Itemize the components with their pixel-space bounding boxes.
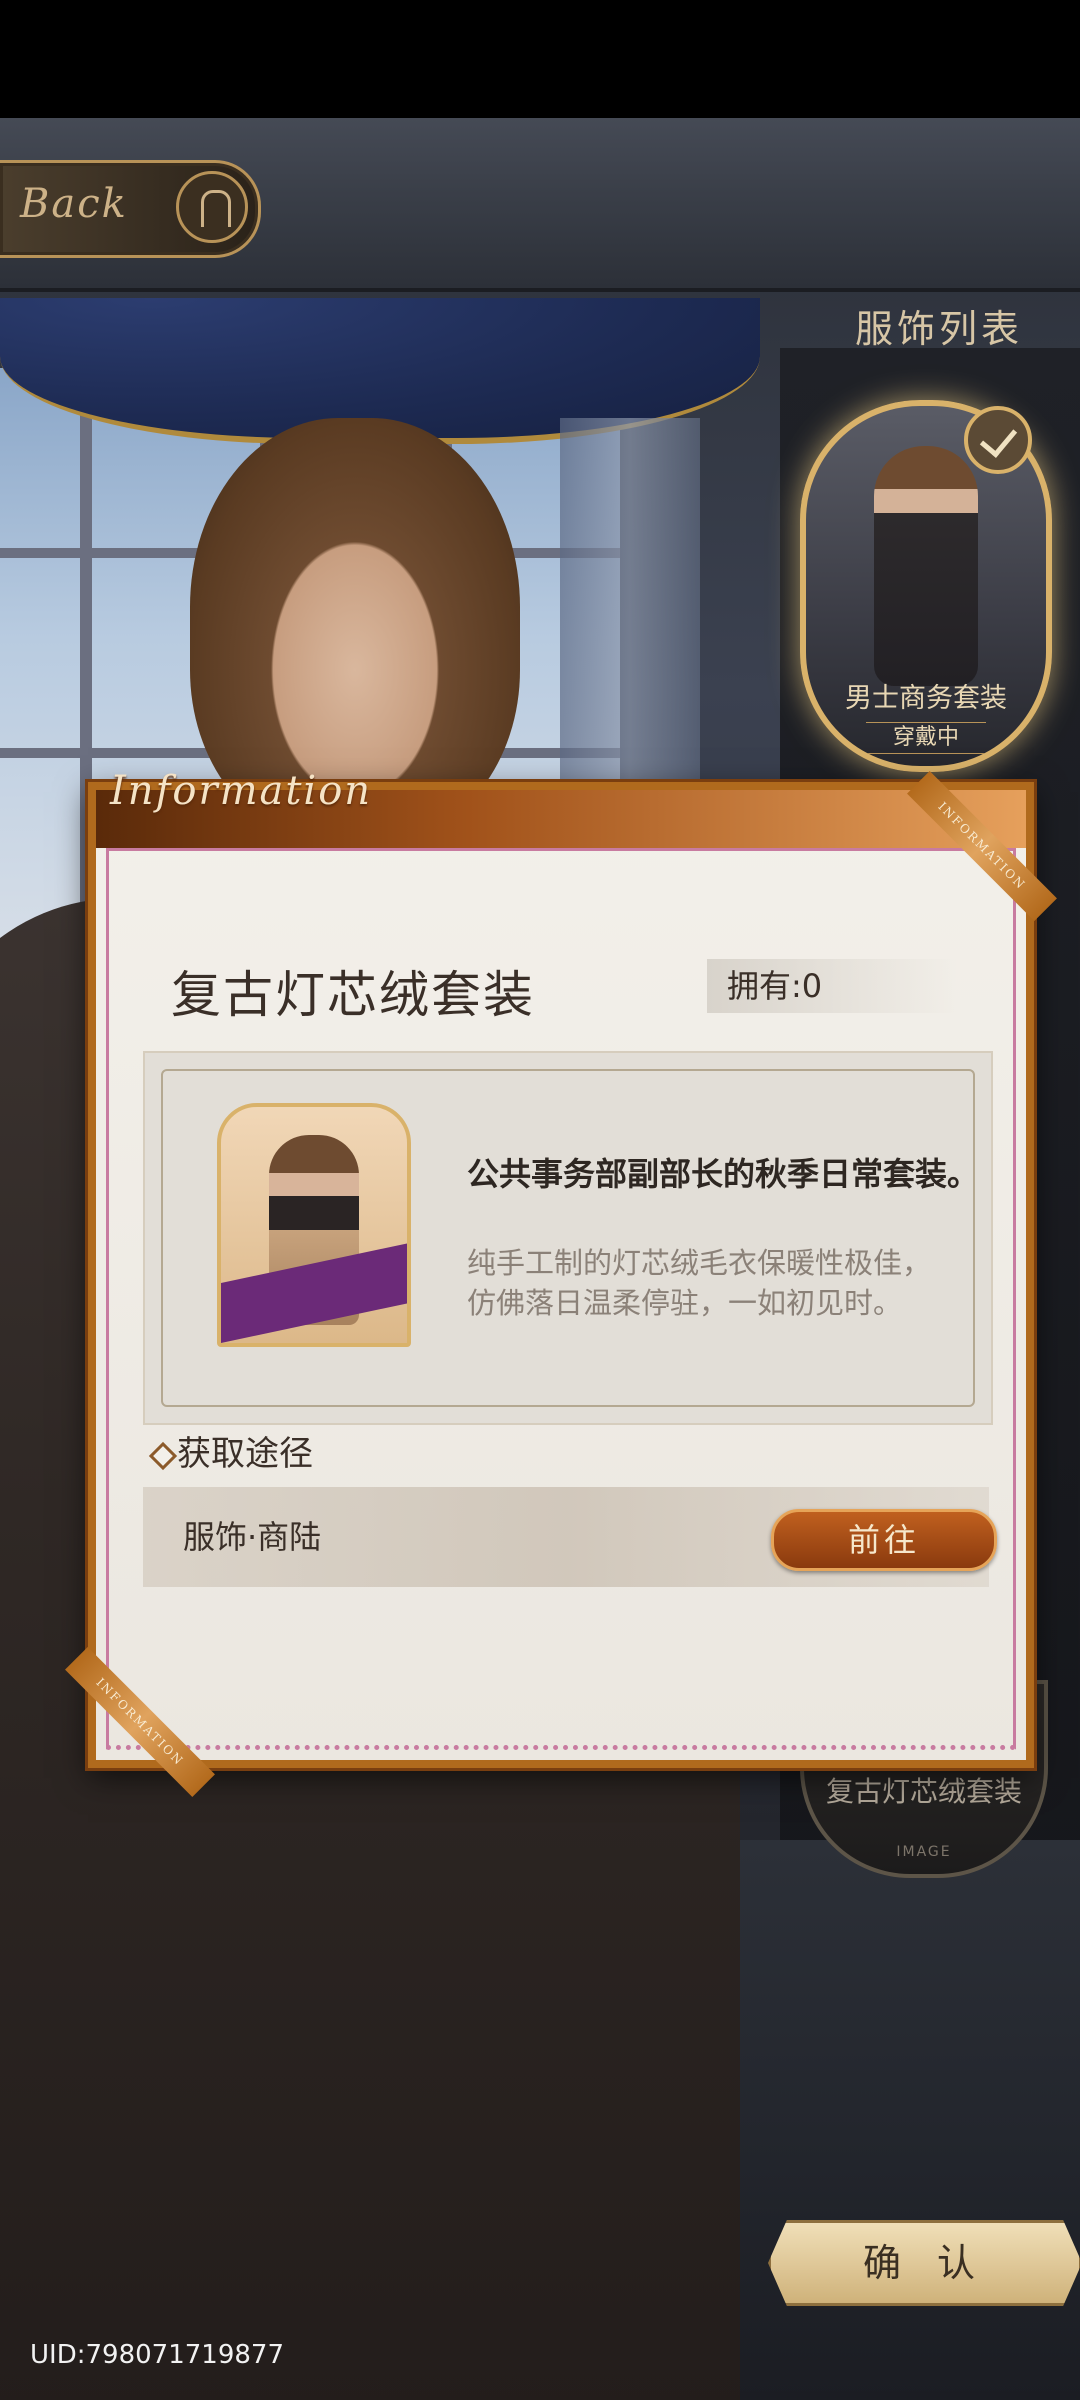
panel-header: Information	[96, 768, 1026, 848]
confirm-button[interactable]: 确 认	[768, 2220, 1080, 2306]
description-box: 公共事务部副部长的秋季日常套装。 纯手工制的灯芯绒毛衣保暖性极佳，仿佛落日温柔停…	[143, 1051, 993, 1425]
back-label: Back	[20, 181, 128, 227]
outfit-tag: IMAGE	[896, 1844, 952, 1860]
item-thumbnail	[217, 1103, 411, 1347]
description-body: 纯手工制的灯芯绒毛衣保暖性极佳，仿佛落日温柔停驻，一如初见时。	[467, 1246, 932, 1320]
outfit-name: 复古灯芯绒套装	[825, 1775, 1022, 1808]
info-panel: Information 复古灯芯绒套装 拥有:0 公共事务部副部长的秋季日常套装…	[65, 768, 1057, 1797]
panel-header-title: Information	[110, 768, 373, 814]
goto-button[interactable]: 前往	[771, 1509, 997, 1571]
panel-inner-frame: 复古灯芯绒套装 拥有:0 公共事务部副部长的秋季日常套装。 纯手工制的灯芯绒毛衣…	[106, 848, 1016, 1750]
uid-label: UID:798071719877	[30, 2340, 284, 2370]
owned-count: 拥有:0	[707, 959, 957, 1013]
wearing-badge: 穿戴中	[866, 722, 986, 754]
item-title: 复古灯芯绒套装	[171, 966, 535, 1024]
acquire-heading: 获取途径	[149, 1429, 313, 1479]
acquire-source: 服饰·商陆	[183, 1518, 322, 1556]
outfit-name: 男士商务套装	[845, 683, 1007, 714]
back-button[interactable]: Back	[0, 160, 261, 258]
description-headline: 公共事务部副部长的秋季日常套装。	[467, 1155, 980, 1193]
acquire-row: 服饰·商陆 前往	[143, 1487, 997, 1587]
check-icon	[964, 406, 1032, 474]
door-icon	[176, 171, 248, 243]
outfit-thumbnail	[874, 446, 978, 686]
outfit-list-title: 服饰列表	[855, 307, 1024, 351]
